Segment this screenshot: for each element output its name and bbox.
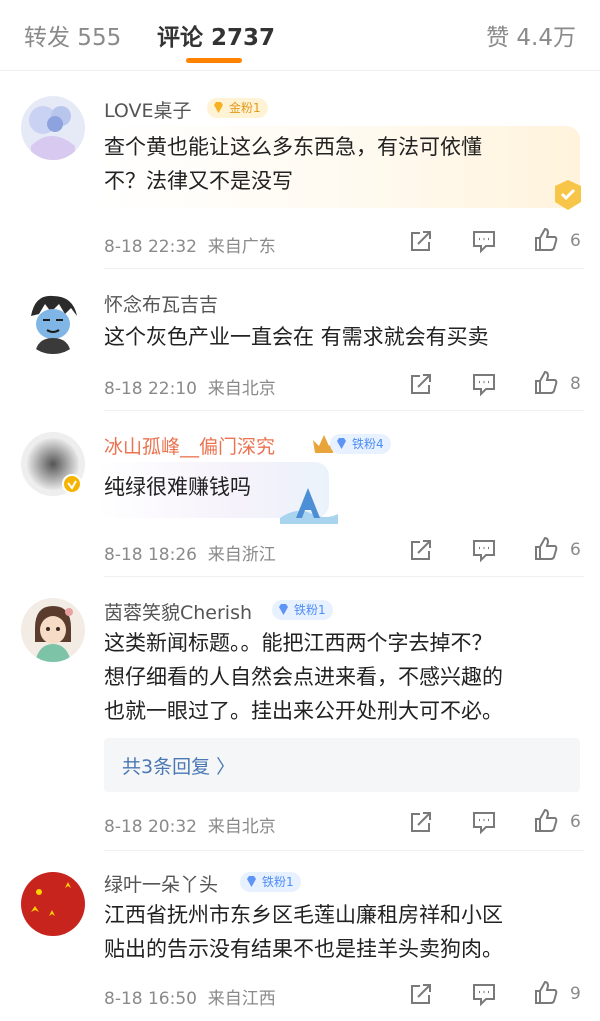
comment-meta: 8-18 16:50 来自江西 <box>104 984 276 1009</box>
like-count: 8 <box>570 374 581 394</box>
username[interactable]: 茵蓉笑貌Cherish <box>104 598 252 625</box>
comment-text: 纯绿很难赚钱吗 <box>104 470 584 504</box>
comment-line: 贴出的告示没有结果不也是挂羊头卖狗肉。 <box>104 937 503 961</box>
location: 来自北京 <box>207 379 276 399</box>
share-icon[interactable] <box>408 537 434 563</box>
timestamp: 8-18 20:32 <box>104 817 197 837</box>
username[interactable]: 绿叶一朵丫头 <box>104 870 218 897</box>
tab-comments[interactable]: 评论 2737 <box>157 18 275 52</box>
like-count: 6 <box>570 231 581 251</box>
comment-item: 怀念布瓦吉吉 这个灰色产业一直会在 有需求就会有买卖 8-18 22:10 来自… <box>0 290 600 411</box>
like-icon[interactable] <box>533 980 559 1006</box>
comment-line: 江西省抚州市东乡区毛莲山廉租房祥和小区 <box>104 903 503 927</box>
like-count: 6 <box>570 540 581 560</box>
username[interactable]: 怀念布瓦吉吉 <box>104 290 218 317</box>
comment-item: LOVE桌子 金粉1 查个黄也能让这么多东西急，有法可依懂 不？法律又不是没写 … <box>0 96 600 269</box>
comment-text: 查个黄也能让这么多东西急，有法可依懂 不？法律又不是没写 <box>104 130 584 198</box>
avatar[interactable] <box>21 290 85 354</box>
username[interactable]: 冰山孤峰__偏门深究 <box>104 432 275 459</box>
comment-tabs: 转发 555 评论 2737 赞 4.4万 <box>0 0 600 71</box>
share-icon[interactable] <box>408 981 434 1007</box>
divider <box>104 410 584 411</box>
comment-line: 纯绿很难赚钱吗 <box>104 475 251 499</box>
location: 来自北京 <box>207 817 276 837</box>
fan-badge[interactable]: 铁粉1 <box>272 600 333 620</box>
diamond-icon <box>279 604 288 615</box>
diamond-icon <box>337 438 346 449</box>
reply-icon[interactable] <box>471 809 497 835</box>
view-replies-link[interactable]: 共3条回复 〉 <box>122 752 235 779</box>
tab-likes[interactable]: 赞 4.4万 <box>486 18 576 52</box>
reply-icon[interactable] <box>471 228 497 254</box>
level-badge-decoration-icon <box>280 488 338 524</box>
share-icon[interactable] <box>408 228 434 254</box>
fan-badge-label: 铁粉1 <box>262 875 294 889</box>
like-icon[interactable] <box>533 227 559 253</box>
reply-icon[interactable] <box>471 371 497 397</box>
timestamp: 8-18 16:50 <box>104 989 197 1009</box>
like-count: 6 <box>570 812 581 832</box>
share-icon[interactable] <box>408 809 434 835</box>
avatar[interactable] <box>21 872 85 936</box>
comment-text: 江西省抚州市东乡区毛莲山廉租房祥和小区 贴出的告示没有结果不也是挂羊头卖狗肉。 <box>104 898 584 966</box>
comment-meta: 8-18 20:32 来自北京 <box>104 812 276 837</box>
timestamp: 8-18 22:10 <box>104 379 197 399</box>
comment-meta: 8-18 22:10 来自北京 <box>104 374 276 399</box>
diamond-icon <box>214 102 223 113</box>
location: 来自广东 <box>207 237 276 257</box>
comment-meta: 8-18 18:26 来自浙江 <box>104 540 276 565</box>
timestamp: 8-18 18:26 <box>104 545 197 565</box>
share-icon[interactable] <box>408 371 434 397</box>
fan-badge-label: 铁粉4 <box>352 437 384 451</box>
fan-badge[interactable]: 铁粉4 <box>330 434 391 454</box>
comment-line: 不？法律又不是没写 <box>104 169 293 193</box>
comment-text: 这类新闻标题。。能把江西两个字去掉不？ 想仔细看的人自然会点进来看，不感兴趣的 … <box>104 626 584 728</box>
comment-line: 查个黄也能让这么多东西急，有法可依懂 <box>104 135 482 159</box>
comment-meta: 8-18 22:32 来自广东 <box>104 232 276 257</box>
diamond-icon <box>247 876 256 887</box>
comment-text: 这个灰色产业一直会在 有需求就会有买卖 <box>104 320 584 354</box>
fan-badge-label: 金粉1 <box>229 101 261 115</box>
divider <box>104 268 584 269</box>
comment-item: 绿叶一朵丫头 铁粉1 江西省抚州市东乡区毛莲山廉租房祥和小区 贴出的告示没有结果… <box>0 870 600 1021</box>
avatar[interactable] <box>21 96 85 160</box>
fan-badge[interactable]: 铁粉1 <box>240 872 301 892</box>
comment-line: 这个灰色产业一直会在 有需求就会有买卖 <box>104 325 489 349</box>
location: 来自江西 <box>207 989 276 1009</box>
like-icon[interactable] <box>533 808 559 834</box>
verified-icon <box>62 474 82 494</box>
tab-reposts[interactable]: 转发 555 <box>24 18 121 52</box>
comment-line: 这类新闻标题。。能把江西两个字去掉不？ <box>104 631 493 655</box>
username[interactable]: LOVE桌子 <box>104 96 192 123</box>
comment-item: 冰山孤峰__偏门深究 铁粉4 纯绿很难赚钱吗 8-18 18:26 来自浙江 6 <box>0 432 600 577</box>
comment-line: 想仔细看的人自然会点进来看，不感兴趣的 <box>104 665 503 689</box>
reply-icon[interactable] <box>471 981 497 1007</box>
divider <box>104 576 584 577</box>
like-count: 9 <box>570 984 581 1004</box>
avatar[interactable] <box>21 598 85 662</box>
replies-preview[interactable]: 共3条回复 〉 <box>104 738 580 792</box>
reply-icon[interactable] <box>471 537 497 563</box>
fan-badge[interactable]: 金粉1 <box>207 98 268 118</box>
fan-badge-label: 铁粉1 <box>294 603 326 617</box>
divider <box>104 850 584 851</box>
gold-badge-decoration-icon <box>555 180 581 210</box>
comment-item: 茵蓉笑貌Cherish 铁粉1 这类新闻标题。。能把江西两个字去掉不？ 想仔细看… <box>0 598 600 851</box>
like-icon[interactable] <box>533 370 559 396</box>
like-icon[interactable] <box>533 536 559 562</box>
comment-line: 也就一眼过了。挂出来公开处刑大可不必。 <box>104 699 503 723</box>
active-tab-indicator <box>186 58 242 63</box>
location: 来自浙江 <box>207 545 276 565</box>
timestamp: 8-18 22:32 <box>104 237 197 257</box>
